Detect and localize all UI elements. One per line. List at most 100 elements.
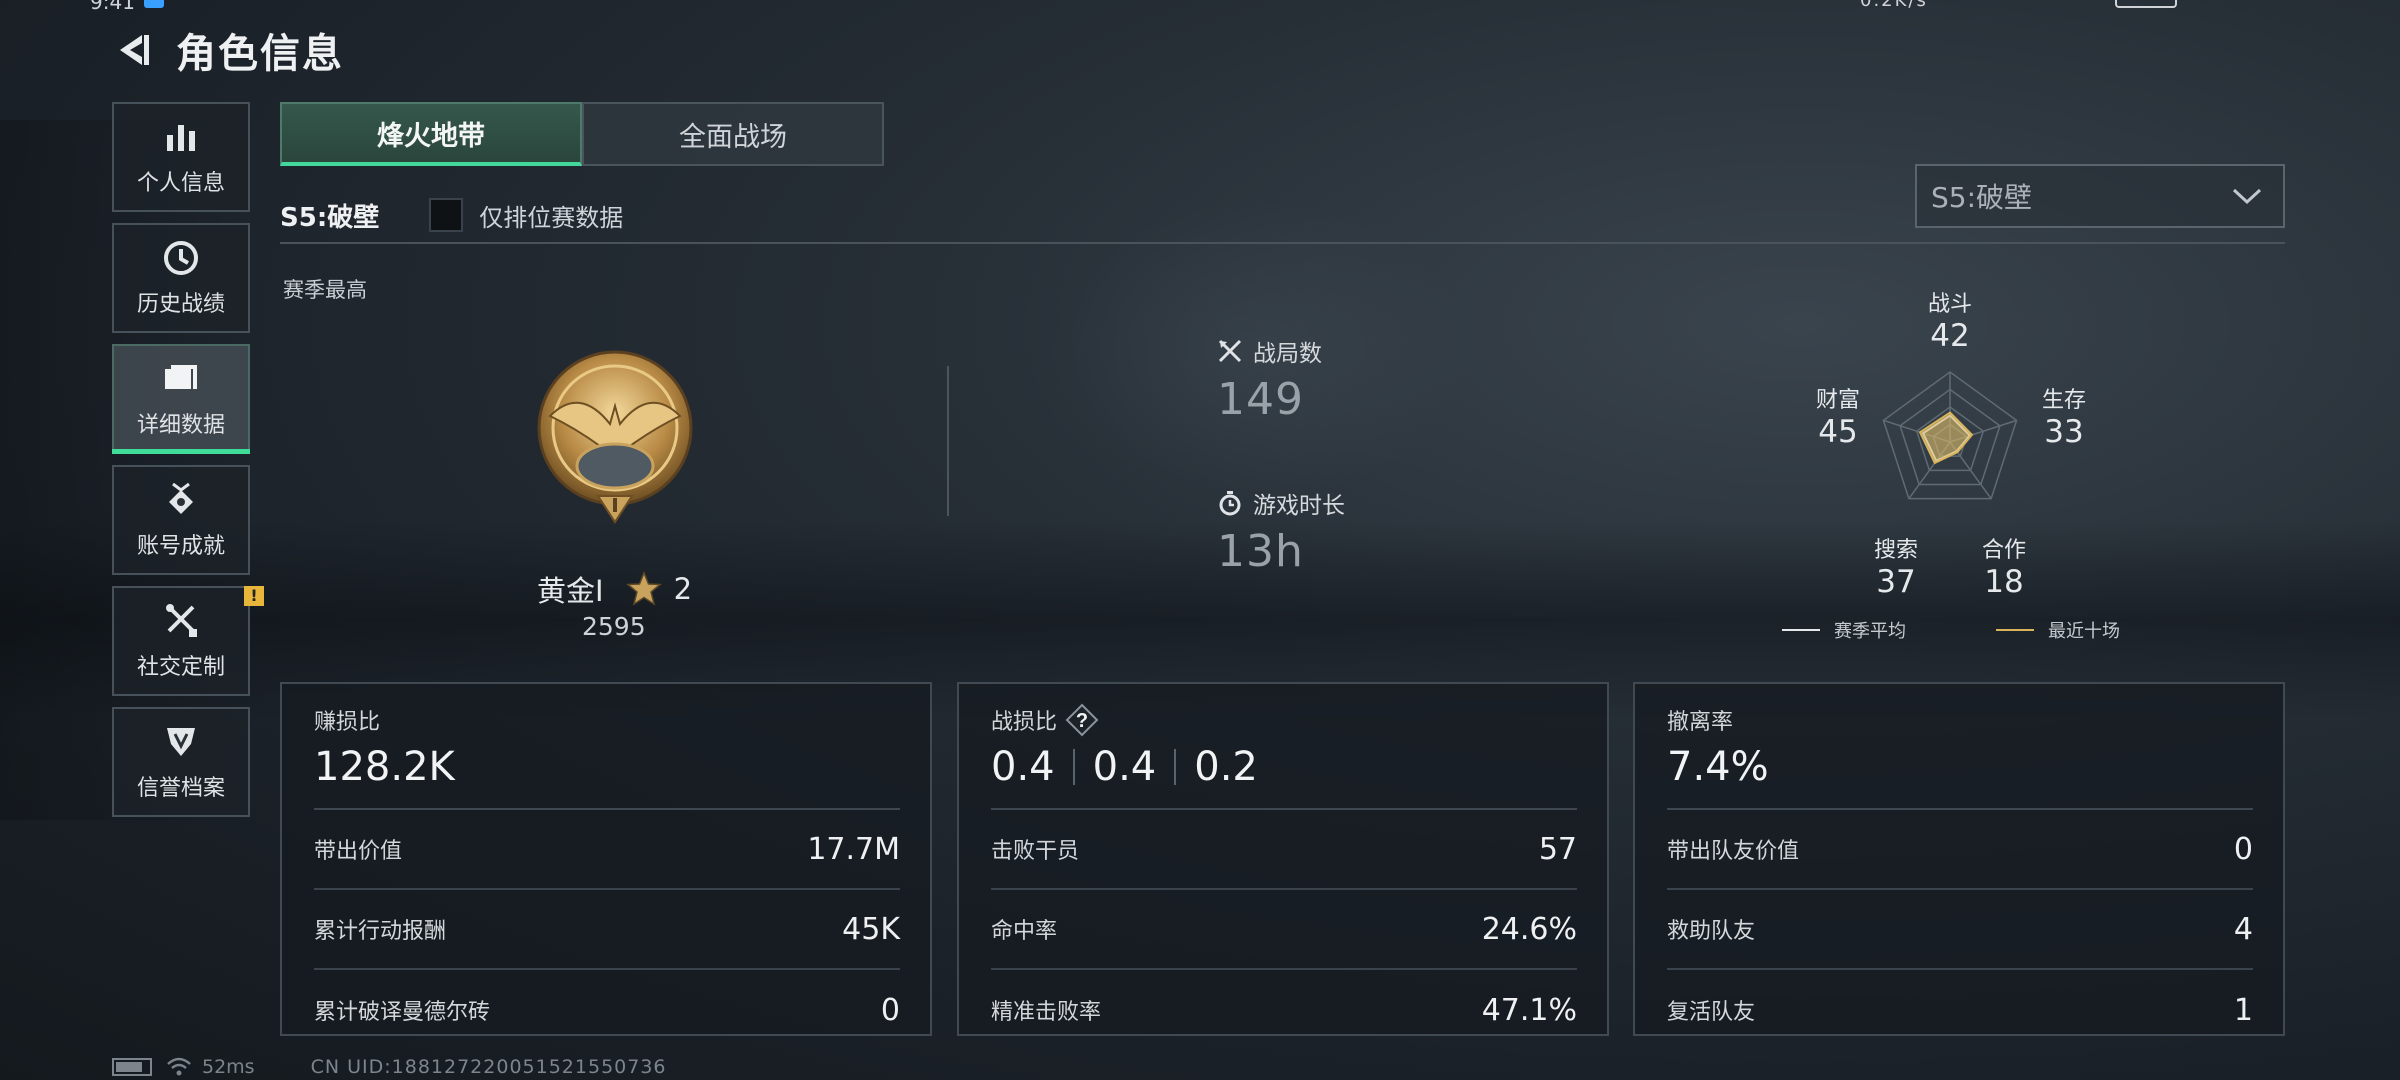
radar-chart	[1882, 371, 2018, 500]
row-value: 17.7M	[807, 831, 900, 867]
radar-axis-value: 18	[1984, 564, 2024, 600]
radar-axis-value: 45	[1818, 414, 1858, 450]
playtime-stat: 游戏时长 13h	[1217, 486, 1345, 577]
matches-label: 战局数	[1253, 341, 1322, 367]
rank-title: 黄金Ⅰ	[537, 574, 604, 608]
sidebar-item-reputation[interactable]: 信誉档案	[112, 707, 250, 817]
rank-stars: 2	[673, 572, 693, 606]
list-item: 带出价值 17.7M	[314, 810, 900, 890]
list-item: 带出队友价值 0	[1667, 810, 2253, 890]
wifi-icon	[167, 1057, 191, 1076]
season-best-label: 赛季最高	[283, 278, 367, 302]
season-dropdown-value: S5:破壁	[1931, 181, 2033, 214]
clock-icon	[164, 241, 198, 275]
crossed-swords-icon	[1218, 339, 1242, 363]
list-item: 累计行动报酬 45K	[314, 890, 900, 970]
matches-value: 149	[1217, 374, 1304, 425]
help-question-icon[interactable]: ?	[1065, 703, 1099, 737]
gold-rank-emblem-icon	[537, 350, 693, 524]
card-extraction-rate: 撤离率 7.4% 带出队友价值 0 救助队友 4 复活队友 1	[1633, 682, 2285, 1036]
sidebar-item-label: 社交定制	[136, 655, 225, 680]
row-label: 复活队友	[1667, 1000, 1756, 1025]
list-item: 累计破译曼德尔砖 0	[314, 970, 900, 1050]
season-dropdown[interactable]: S5:破壁	[1915, 164, 2285, 228]
footer: 52ms CN UID:1881272200515215507​36	[112, 1056, 667, 1078]
app-notification-icon	[144, 0, 164, 8]
row-value: 24.6%	[1481, 911, 1577, 947]
divider	[1072, 749, 1075, 785]
row-value: 57	[1538, 831, 1577, 867]
legend-line	[1782, 629, 1820, 631]
status-bar: 9:41 0.2K/s	[0, 0, 2400, 14]
sidebar-item-social-custom[interactable]: 社交定制 !	[112, 586, 264, 696]
legend-line	[1996, 629, 2034, 631]
radar-axis-name: 生存	[2041, 388, 2086, 413]
status-time: 9:41	[90, 0, 135, 14]
row-label: 救助队友	[1667, 919, 1756, 944]
row-value: 1	[2233, 992, 2253, 1028]
legend-last-ten: 最近十场	[1996, 617, 2120, 643]
sidebar-item-personal-info[interactable]: 个人信息	[112, 102, 250, 212]
ranked-only-label[interactable]: 仅排位赛数据	[479, 198, 623, 233]
kd-value-2: 0.4	[1092, 744, 1157, 790]
sidebar-item-achievements[interactable]: 账号成就	[112, 465, 250, 575]
radar-series-last-ten	[1918, 411, 1974, 465]
list-item: 复活队友 1	[1667, 970, 2253, 1050]
radar-axis-name: 搜索	[1873, 538, 1918, 563]
row-value: 0	[880, 992, 900, 1028]
radar-axis-value: 33	[2044, 414, 2084, 450]
row-label: 累计破译曼德尔砖	[314, 1000, 491, 1025]
row-label: 累计行动报酬	[314, 919, 447, 944]
season-label: S5:破壁	[280, 202, 380, 233]
battery-icon	[112, 1058, 152, 1076]
card-title: 撤离率	[1667, 710, 1734, 735]
row-label: 击败干员	[991, 839, 1080, 864]
sidebar-item-label: 详细数据	[136, 413, 225, 438]
card-main-value: 128.2K	[314, 744, 455, 790]
playtime-value: 13h	[1217, 526, 1304, 577]
sidebar-item-label: 历史战绩	[136, 292, 225, 317]
notification-badge: !	[244, 586, 264, 606]
kd-value-1: 0.4	[991, 744, 1055, 790]
row-value: 45K	[842, 911, 900, 947]
legend-label: 赛季平均	[1834, 621, 1906, 642]
star-icon	[625, 571, 662, 606]
row-label: 带出价值	[314, 839, 403, 864]
ping-value: 52ms	[202, 1056, 255, 1078]
card-profit-ratio: 赚损比 128.2K 带出价值 17.7M 累计行动报酬 45K 累计破译曼德尔砖 0	[280, 682, 932, 1036]
row-label: 带出队友价值	[1667, 839, 1800, 864]
sidebar-item-history[interactable]: 历史战绩	[112, 223, 250, 333]
rank-name: 黄金Ⅰ 2	[537, 568, 692, 610]
user-uid: CN UID:1881272200515215507​36	[310, 1056, 667, 1078]
medal-icon	[169, 482, 193, 514]
mode-tabs: 烽火地带 全面战场	[280, 102, 884, 166]
back-arrow-icon[interactable]	[112, 29, 154, 71]
tab-full-battlefield[interactable]: 全面战场	[582, 102, 884, 166]
status-network-speed: 0.2K/s	[1860, 0, 1928, 11]
row-value: 0	[2233, 831, 2253, 867]
radar-axis-name: 战斗	[1927, 292, 1972, 317]
sidebar-item-detailed-data[interactable]: 详细数据	[112, 344, 250, 454]
playtime-label: 游戏时长	[1253, 493, 1345, 519]
rank-score: 2595	[582, 612, 646, 641]
matches-stat: 战局数 149	[1217, 334, 1322, 425]
stopwatch-icon	[1219, 491, 1241, 516]
ranked-only-checkbox[interactable]	[429, 198, 464, 232]
row-value: 4	[2233, 911, 2253, 947]
sidebar-item-label: 账号成就	[136, 534, 225, 559]
card-main-value: 0.4 0.4 0.2	[991, 740, 1577, 794]
radar-axis-search: 搜索 37	[1858, 532, 1934, 600]
card-main-value: 7.4%	[1667, 744, 1769, 790]
radar-axis-survival: 生存 33	[2026, 382, 2102, 450]
page-title: 角色信息	[176, 31, 344, 77]
radar-axis-name: 合作	[1981, 538, 2026, 563]
card-title: 战损比	[991, 710, 1058, 735]
tab-fenghuo-zone[interactable]: 烽火地带	[280, 102, 582, 166]
vertical-divider	[947, 366, 949, 516]
row-label: 精准击败率	[991, 1000, 1102, 1025]
tools-icon	[166, 604, 197, 637]
list-item: 精准击败率 47.1%	[991, 970, 1577, 1050]
row-label: 命中率	[991, 919, 1058, 944]
list-item: 击败干员 57	[991, 810, 1577, 890]
shield-icon	[167, 728, 195, 756]
